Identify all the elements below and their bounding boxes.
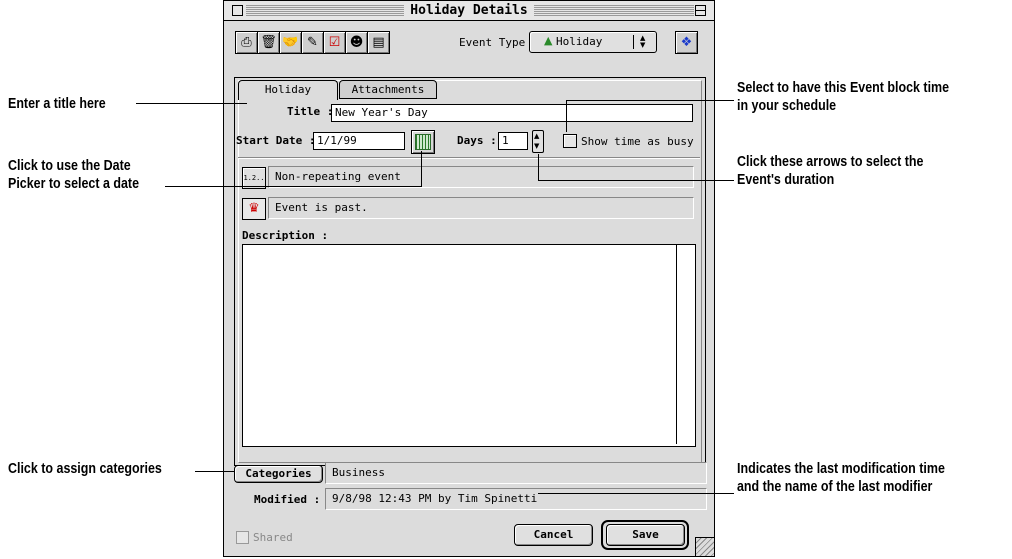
leader-arrows-v — [538, 154, 539, 181]
days-label: Days : — [457, 134, 497, 147]
trash-icon[interactable]: 🗑 — [257, 31, 280, 54]
resize-grip-icon[interactable] — [695, 537, 714, 556]
callout-modified-line1: Indicates the last modification time — [737, 461, 945, 477]
description-label: Description : — [242, 229, 329, 242]
title-field[interactable]: New Year's Day — [331, 104, 693, 122]
status-text: Event is past. — [268, 197, 694, 219]
handshake-icon[interactable]: 🤝 — [279, 31, 302, 54]
start-date-label: Start Date : — [236, 134, 316, 147]
save-button[interactable]: Save — [606, 524, 685, 546]
shared-checkbox[interactable] — [236, 531, 249, 544]
repeat-text: Non-repeating event — [268, 166, 694, 188]
leader-title — [136, 103, 247, 104]
holiday-details-window: Holiday Details ⎙ 🗑 🤝 ✎ ☑ ☻ ▤ Event Type… — [223, 0, 715, 557]
callout-modified-line2: and the name of the last modifier — [737, 479, 933, 495]
title-label: Title : — [287, 105, 334, 118]
printer-icon[interactable]: ⎙ — [235, 31, 258, 54]
categories-button[interactable]: Categories — [234, 465, 323, 483]
shared-label: Shared — [253, 531, 293, 544]
days-stepper-arrows[interactable]: ▲ ▼ — [532, 130, 544, 153]
event-type-select[interactable]: ▲ Holiday ▲ ▼ — [529, 31, 657, 53]
up-arrow-icon[interactable]: ▲ — [534, 132, 539, 140]
modified-value: 9/8/98 12:43 PM by Tim Spinetti — [325, 488, 707, 510]
leader-categories — [195, 471, 235, 472]
tree-icon: ▲ — [544, 34, 553, 47]
callout-date-picker-line2: Picker to select a date — [8, 176, 140, 192]
categories-value: Business — [325, 462, 707, 484]
contact-icon[interactable]: ☻ — [345, 31, 368, 54]
callout-date-picker-line1: Click to use the Date — [8, 158, 131, 174]
help-diamond-icon[interactable]: ❖ — [675, 31, 698, 54]
date-picker-button[interactable] — [411, 130, 435, 154]
callout-categories: Click to assign categories — [8, 461, 162, 477]
cancel-button[interactable]: Cancel — [514, 524, 593, 546]
close-box-icon[interactable] — [232, 5, 243, 16]
callout-title: Enter a title here — [8, 96, 106, 112]
tab-holiday[interactable]: Holiday — [238, 80, 338, 100]
select-arrows-icon: ▲ ▼ — [633, 34, 652, 49]
note-icon[interactable]: ▤ — [367, 31, 390, 54]
callout-busy-line2: in your schedule — [737, 98, 837, 114]
leader-date-picker-v — [421, 151, 422, 187]
busy-label: Show time as busy — [581, 135, 694, 148]
callout-arrows-line2: Event's duration — [737, 172, 835, 188]
title-bar[interactable]: Holiday Details — [224, 1, 714, 21]
down-arrow-icon[interactable]: ▼ — [534, 142, 539, 150]
leader-busy-v — [566, 100, 567, 132]
event-type-value: Holiday — [556, 35, 603, 48]
window-title: Holiday Details — [404, 2, 534, 19]
callout-arrows-line1: Click these arrows to select the — [737, 154, 924, 170]
start-date-field[interactable]: 1/1/99 — [313, 132, 405, 150]
callout-busy-line1: Select to have this Event block time — [737, 80, 950, 96]
leader-arrows-h — [538, 180, 734, 181]
checkmark-icon[interactable]: ☑ — [323, 31, 346, 54]
tab-attachments[interactable]: Attachments — [339, 80, 437, 99]
window-frame: Holiday Details ⎙ 🗑 🤝 ✎ ☑ ☻ ▤ Event Type… — [224, 1, 714, 556]
leader-date-picker-h — [165, 186, 422, 187]
modified-label: Modified : — [254, 493, 321, 506]
leader-modified — [538, 493, 734, 494]
divider — [238, 157, 700, 159]
days-field[interactable]: 1 — [498, 132, 528, 150]
calendar-icon — [415, 134, 431, 150]
status-icon: ♛ — [242, 198, 266, 220]
description-field[interactable] — [242, 244, 696, 447]
pencil-tag-icon[interactable]: ✎ — [301, 31, 324, 54]
busy-checkbox[interactable] — [563, 134, 577, 148]
event-type-label: Event Type : — [459, 36, 539, 49]
leader-busy-h — [566, 100, 734, 101]
description-scrollbar[interactable] — [676, 245, 694, 444]
zoom-box-icon[interactable] — [695, 5, 706, 16]
